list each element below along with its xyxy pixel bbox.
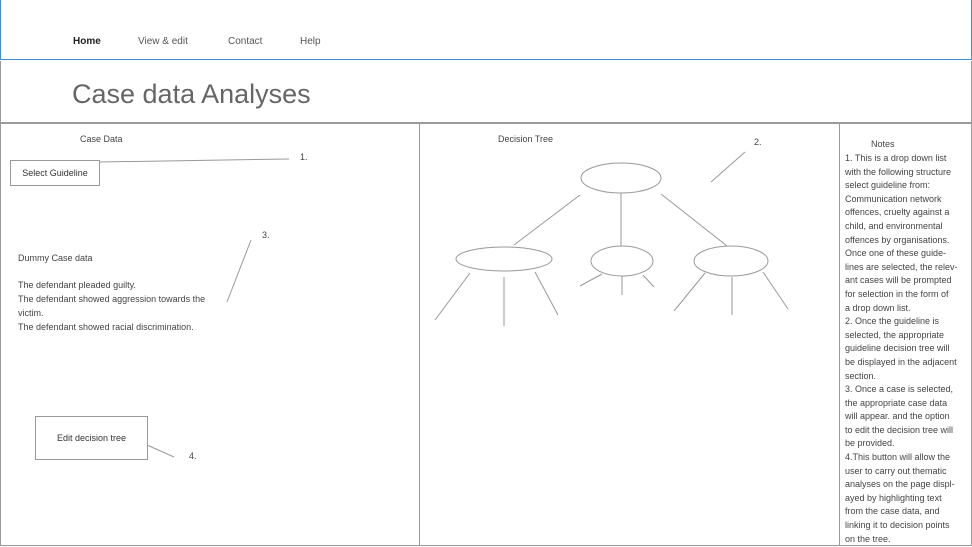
notes-line: guideline decision tree will [845, 343, 950, 354]
notes-line: be displayed in the adjacent [845, 356, 957, 367]
case-data-title: Dummy Case data [18, 253, 93, 263]
marker-3: 3. [262, 230, 270, 240]
tree-root-node [580, 162, 662, 194]
notes-line: offences, cruelty against a [845, 207, 950, 218]
annotation-lines [99, 158, 290, 458]
nav-view-edit[interactable]: View & edit [138, 36, 188, 47]
decision-tree-panel: Decision Tree 2. [419, 123, 840, 546]
notes-heading: Notes [871, 139, 895, 149]
tree-child-node-middle [590, 245, 654, 277]
notes-line: to edit the decision tree will [845, 424, 954, 435]
notes-line: section. [845, 370, 877, 381]
notes-line: user to carry out thematic [845, 465, 947, 476]
tree-edge [513, 194, 581, 246]
notes-line: a drop down list. [845, 302, 911, 313]
notes-line: from the case data, and [845, 506, 940, 517]
decision-tree-diagram[interactable] [420, 124, 841, 547]
case-line: The defendant pleaded guilty. [18, 280, 136, 290]
marker-1: 1. [300, 152, 308, 162]
tree-edge [642, 274, 655, 288]
notes-line: 4.This button will allow the [845, 452, 951, 463]
notes-line: 1. This is a drop down list [845, 153, 947, 163]
notes-line: will appear. and the option [845, 411, 950, 422]
marker-4: 4. [189, 451, 197, 461]
case-data-body: The defendant pleaded guilty. The defend… [18, 278, 238, 334]
tree-edge [434, 272, 471, 321]
notes-line: selected, the appropriate [845, 329, 945, 340]
tree-child-node-right [693, 245, 769, 277]
notes-body: 1. This is a drop down list with the fol… [845, 152, 972, 546]
case-line: The defendant showed aggression towards … [18, 294, 206, 304]
annotation-line-4 [146, 444, 175, 458]
notes-line: with the following structure [845, 166, 952, 177]
nav-contact[interactable]: Contact [228, 36, 262, 47]
case-line: The defendant showed racial discriminati… [18, 322, 194, 332]
notes-line: for selection in the form of [845, 288, 949, 299]
notes-line: be provided. [845, 438, 895, 449]
notes-line: select guideline from: [845, 180, 931, 191]
top-navigation: Home View & edit Contact Help [0, 0, 972, 60]
tree-edge [534, 271, 559, 316]
tree-edge [579, 273, 603, 287]
edit-decision-tree-button[interactable]: Edit decision tree [35, 416, 148, 460]
notes-line: analyses on the page displ- [845, 479, 955, 490]
tree-edge [673, 272, 706, 312]
notes-line: offences by organisations. [845, 234, 950, 245]
notes-line: 3. Once a case is selected, [845, 384, 954, 395]
notes-line: Once one of these guide- [845, 248, 947, 259]
notes-panel: Notes 1. This is a drop down list with t… [839, 123, 972, 546]
tree-child-node-left [455, 246, 553, 272]
notes-line: ayed by highlighting text [845, 492, 942, 503]
notes-line: child, and environmental [845, 220, 943, 231]
notes-line: 2. Once the guideline is [845, 316, 940, 327]
page-title: Case data Analyses [72, 79, 311, 109]
notes-line: the appropriate case data [845, 397, 948, 408]
notes-line: ant cases will be prompted [845, 275, 952, 286]
tree-edge [762, 271, 789, 310]
nav-home[interactable]: Home [73, 36, 101, 47]
annotation-line-1 [99, 158, 290, 163]
notes-line: on the tree. [845, 533, 891, 544]
case-data-panel: Case Data Select Guideline 1. 3. Dummy C… [0, 123, 420, 546]
notes-line: lines are selected, the relev- [845, 261, 958, 272]
title-bar: Case data Analyses [0, 61, 972, 123]
nav-help[interactable]: Help [300, 36, 321, 47]
notes-line: Communication network [845, 193, 942, 204]
notes-line: linking it to decision points [845, 520, 950, 531]
tree-edge [660, 193, 728, 247]
annotation-line-2 [710, 151, 746, 183]
case-line: victim. [18, 308, 44, 318]
